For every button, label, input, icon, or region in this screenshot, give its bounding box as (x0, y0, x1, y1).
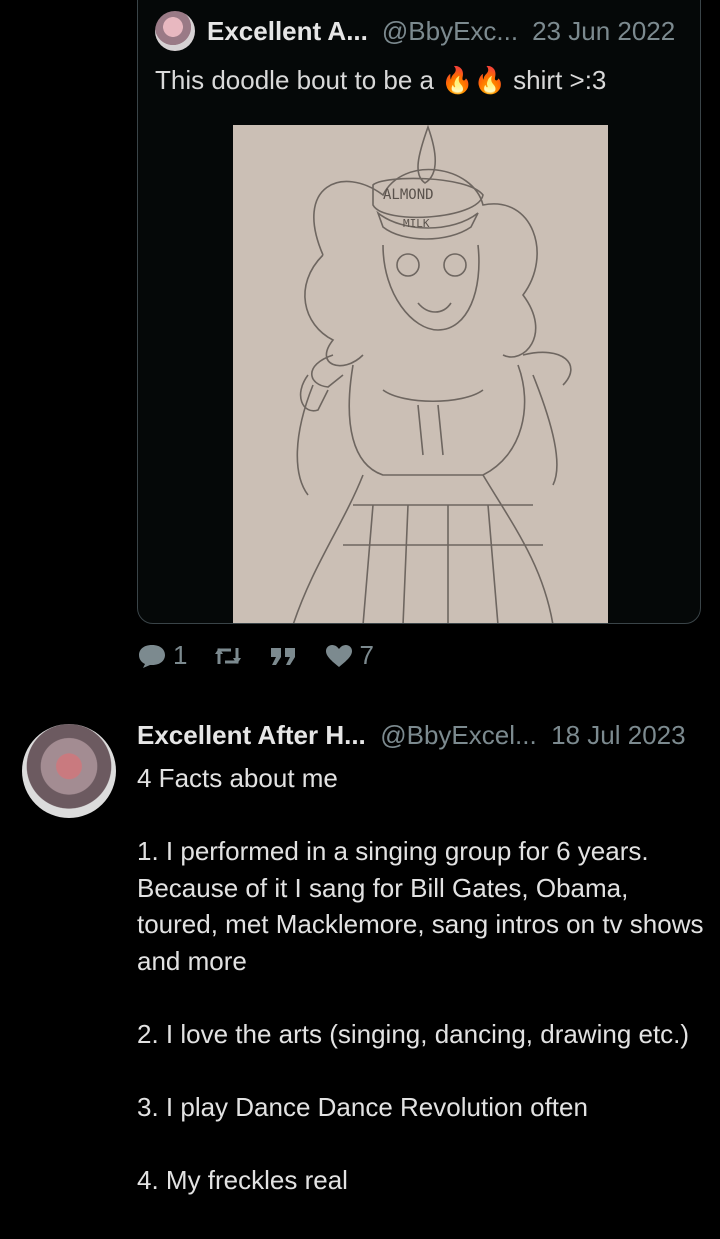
author-avatar[interactable] (22, 724, 116, 818)
quoted-author-name[interactable]: Excellent A... (207, 16, 368, 47)
tweet-text: 4 Facts about me 1. I performed in a sin… (137, 763, 704, 1195)
like-count: 7 (359, 640, 374, 670)
retweet-icon (215, 647, 242, 664)
quoted-author-avatar[interactable] (155, 11, 195, 51)
tweet-action-bar: 1 7 (137, 640, 400, 671)
sketch-drawing: ALMOND MILK (233, 124, 608, 623)
quote-button[interactable] (269, 644, 299, 668)
quoted-author-handle[interactable]: @BbyExc... (382, 16, 518, 47)
reply-button[interactable]: 1 (137, 640, 187, 671)
quoted-text-after: shirt >:3 (505, 65, 607, 95)
tweet-date[interactable]: 18 Jul 2023 (551, 720, 685, 750)
reply-icon (139, 644, 165, 668)
hat-text-milk: MILK (403, 217, 430, 230)
heart-icon (326, 644, 353, 667)
tweet-header: Excellent After H... @BbyExcel... 18 Jul… (137, 720, 686, 751)
fire-emoji: 🔥🔥 (441, 65, 506, 95)
author-name[interactable]: Excellent After H... (137, 720, 366, 750)
quoted-tweet-text: This doodle bout to be a 🔥🔥 shirt >:3 (155, 65, 606, 96)
quoted-text-before: This doodle bout to be a (155, 65, 442, 95)
quoted-tweet-card[interactable]: Excellent A... @BbyExc... 23 Jun 2022 Th… (137, 0, 701, 624)
quoted-tweet-header: Excellent A... @BbyExc... 23 Jun 2022 (155, 11, 675, 51)
like-button[interactable]: 7 (325, 640, 374, 671)
quoted-tweet-image[interactable]: ALMOND MILK (233, 124, 608, 623)
retweet-button[interactable] (213, 644, 243, 668)
quote-icon (271, 647, 296, 665)
author-handle[interactable]: @BbyExcel... (380, 720, 536, 750)
quoted-tweet-date[interactable]: 23 Jun 2022 (532, 16, 675, 47)
reply-count: 1 (173, 640, 188, 670)
hat-text-almond: ALMOND (383, 187, 434, 203)
